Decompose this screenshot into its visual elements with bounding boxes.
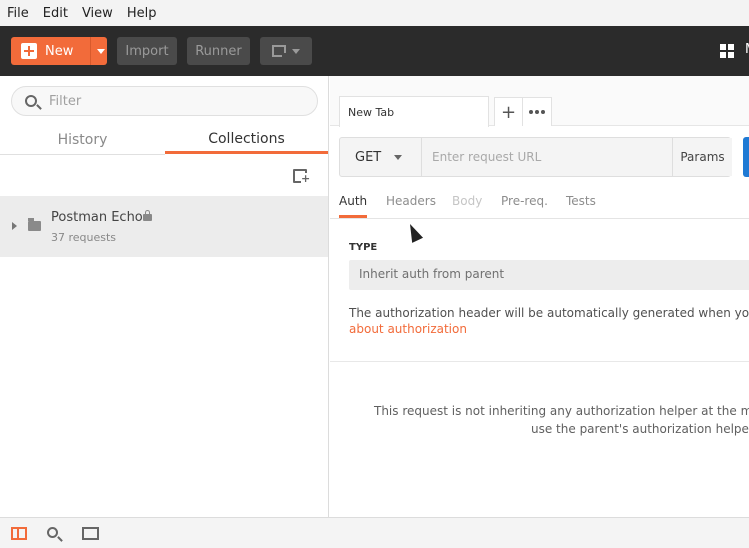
status-bar	[0, 517, 749, 548]
auth-type-select[interactable]: Inherit auth from parent	[349, 260, 749, 290]
auth-type-label: TYPE	[349, 242, 378, 253]
more-icon[interactable]	[523, 98, 551, 126]
folder-icon	[28, 218, 41, 231]
params-button[interactable]: Params	[672, 138, 732, 176]
new-window-button[interactable]	[260, 37, 312, 65]
tab-body[interactable]: Body	[452, 194, 482, 208]
menu-bar: File Edit View Help	[0, 0, 749, 26]
collection-request-count: 37 requests	[51, 231, 117, 244]
tab-headers[interactable]: Headers	[386, 194, 436, 208]
runner-button[interactable]: Runner	[187, 37, 250, 65]
request-subtabs: Auth Headers Body Pre-req. Tests	[330, 188, 749, 219]
chevron-down-icon	[292, 48, 300, 54]
filter-field[interactable]	[11, 86, 318, 116]
method-select[interactable]: GET	[340, 138, 422, 176]
url-input[interactable]	[423, 138, 671, 176]
workspace-label[interactable]: M	[745, 42, 749, 57]
menu-view[interactable]: View	[82, 6, 113, 21]
lock-icon	[143, 210, 152, 221]
new-window-icon	[272, 45, 290, 61]
learn-more-link[interactable]: about authorization	[349, 322, 467, 336]
collection-item[interactable]: Postman Echo 37 requests	[0, 196, 328, 257]
grid-icon[interactable]	[720, 44, 734, 58]
plus-icon	[21, 43, 37, 59]
send-button[interactable]	[743, 137, 749, 177]
tab-pre-request[interactable]: Pre-req.	[501, 194, 548, 208]
expand-arrow-icon[interactable]	[12, 222, 17, 230]
request-tab-bar: New Tab +	[330, 76, 749, 127]
request-builder: New Tab + GET Params Auth Headers Body P…	[330, 76, 749, 517]
tab-auth[interactable]: Auth	[339, 194, 368, 218]
auth-description: The authorization header will be automat…	[349, 306, 749, 320]
chevron-down-icon[interactable]	[97, 49, 105, 54]
divider	[330, 361, 749, 362]
console-icon[interactable]	[82, 527, 99, 540]
collection-name: Postman Echo	[51, 210, 143, 225]
new-collection-icon[interactable]	[293, 169, 311, 184]
add-tab-icon[interactable]: +	[495, 98, 524, 126]
new-button-divider	[90, 37, 91, 65]
auth-note-line2: use the parent's authorization helper.	[531, 422, 749, 436]
import-button[interactable]: Import	[117, 37, 177, 65]
auth-note-line1: This request is not inheriting any autho…	[374, 404, 749, 418]
request-tab[interactable]: New Tab	[339, 96, 489, 127]
tab-collections[interactable]: Collections	[165, 126, 328, 154]
menu-help[interactable]: Help	[127, 6, 157, 21]
tab-tests[interactable]: Tests	[566, 194, 596, 208]
header-toolbar: New Import Runner	[0, 26, 749, 76]
chevron-down-icon	[394, 154, 403, 160]
tab-actions: +	[494, 97, 552, 126]
method-value: GET	[355, 149, 382, 165]
filter-input[interactable]	[49, 93, 289, 109]
sidebar-toggle-icon[interactable]	[11, 527, 27, 540]
tab-history[interactable]: History	[0, 126, 165, 154]
auth-note: This request is not inheriting any autho…	[374, 402, 749, 438]
menu-file[interactable]: File	[7, 6, 29, 21]
new-button[interactable]: New	[11, 37, 107, 65]
sidebar: History Collections Postman Echo 37 requ…	[0, 76, 329, 517]
url-bar: GET Params	[339, 137, 732, 177]
menu-edit[interactable]: Edit	[43, 6, 68, 21]
new-button-label: New	[45, 43, 74, 59]
find-icon[interactable]	[47, 527, 58, 538]
search-icon	[25, 95, 37, 107]
tab-divider	[0, 154, 165, 155]
